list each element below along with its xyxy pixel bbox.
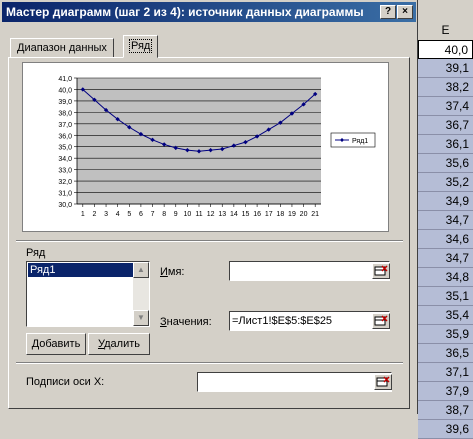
sheet-cell[interactable]: 36,1: [418, 135, 473, 154]
sheet-cell[interactable]: 34,9: [418, 192, 473, 211]
name-field[interactable]: [229, 261, 390, 281]
sheet-cell[interactable]: 34,7: [418, 211, 473, 230]
y-tick-label: 33,0: [58, 168, 72, 175]
range-picker-glyph: [374, 265, 388, 276]
y-tick-label: 41,0: [58, 76, 72, 83]
name-label: Имя:: [160, 266, 185, 278]
series-list-items: Ряд1: [27, 263, 149, 277]
x-tick-label: 14: [230, 211, 238, 218]
sheet-cell[interactable]: 35,4: [418, 306, 473, 325]
x-tick-label: 19: [288, 211, 296, 218]
x-tick-label: 17: [265, 211, 273, 218]
separator: [16, 240, 403, 242]
x-tick-label: 12: [207, 211, 215, 218]
plot-area: [77, 78, 321, 204]
range-picker-glyph: [374, 315, 388, 326]
y-tick-label: 31,0: [58, 191, 72, 198]
sheet-cell[interactable]: 38,7: [418, 401, 473, 420]
y-tick-label: 34,0: [58, 156, 72, 163]
x-tick-label: 3: [104, 211, 108, 218]
x-tick-label: 5: [127, 211, 131, 218]
column-header-e[interactable]: E: [418, 21, 473, 41]
y-tick-label: 37,0: [58, 122, 72, 129]
name-range-picker-icon[interactable]: [372, 263, 390, 279]
y-tick-label: 30,0: [58, 202, 72, 209]
tab-series-label: Ряд: [128, 39, 153, 53]
x-tick-label: 21: [311, 211, 319, 218]
y-tick-label: 39,0: [58, 99, 72, 106]
y-tick-label: 35,0: [58, 145, 72, 152]
separator: [16, 362, 403, 364]
tab-series[interactable]: Ряд: [123, 35, 159, 58]
x-tick-label: 20: [300, 211, 308, 218]
x-tick-label: 16: [253, 211, 261, 218]
sheet-cell[interactable]: 36,5: [418, 344, 473, 363]
x-tick-label: 15: [242, 211, 250, 218]
sheet-cell[interactable]: 34,6: [418, 230, 473, 249]
tab-data-range[interactable]: Диапазон данных: [10, 38, 114, 58]
sheet-cell[interactable]: 34,8: [418, 268, 473, 287]
y-tick-label: 40,0: [58, 87, 72, 94]
list-scrollbar[interactable]: ▲ ▼: [133, 262, 149, 326]
sheet-cell[interactable]: 37,9: [418, 382, 473, 401]
x-tick-label: 2: [92, 211, 96, 218]
values-range-picker-icon[interactable]: [372, 313, 390, 329]
y-tick-label: 38,0: [58, 110, 72, 117]
series-list-item[interactable]: Ряд1: [28, 263, 134, 277]
sheet-cell[interactable]: 39,6: [418, 420, 473, 439]
x-tick-label: 1: [81, 211, 85, 218]
legend-label: Ряд1: [352, 138, 368, 145]
x-tick-label: 7: [151, 211, 155, 218]
x-tick-label: 8: [162, 211, 166, 218]
scroll-down-icon[interactable]: ▼: [133, 310, 149, 326]
sheet-cell[interactable]: 38,2: [418, 78, 473, 97]
sheet-cell[interactable]: 37,1: [418, 363, 473, 382]
sheet-cell[interactable]: 37,4: [418, 97, 473, 116]
range-picker-glyph: [376, 376, 390, 387]
x-labels-label: Подписи оси X:: [26, 376, 105, 388]
sheet-cell[interactable]: 35,1: [418, 287, 473, 306]
x-tick-label: 18: [276, 211, 284, 218]
sheet-cell[interactable]: 36,7: [418, 116, 473, 135]
series-list[interactable]: Ряд1 ▲ ▼: [26, 261, 150, 327]
close-button[interactable]: ×: [397, 5, 413, 19]
x-tick-label: 13: [218, 211, 226, 218]
x-labels-field[interactable]: [197, 372, 392, 392]
spreadsheet-column: E 40,0 39,1 38,2 37,4 36,7 36,1 35,6 35,2 34,9 34…: [418, 0, 473, 439]
sheet-cell[interactable]: 35,9: [418, 325, 473, 344]
y-tick-label: 32,0: [58, 179, 72, 186]
scroll-up-icon[interactable]: ▲: [133, 262, 149, 278]
title-bar: Мастер диаграмм (шаг 2 из 4): источник д…: [2, 2, 416, 22]
values-label: Значения:: [160, 316, 212, 328]
help-button[interactable]: ?: [380, 5, 396, 19]
x-tick-label: 4: [116, 211, 120, 218]
sheet-cell[interactable]: 39,1: [418, 59, 473, 78]
chart-preview: 41,0 40,0 39,0 38,0 37,0 36,0 35,0 34,0 33,0 32,0…: [22, 62, 389, 232]
remove-button[interactable]: Удалить: [88, 333, 150, 355]
x-tick-label: 10: [183, 211, 191, 218]
sheet-cell[interactable]: 34,7: [418, 249, 473, 268]
y-tick-label: 36,0: [58, 133, 72, 140]
x-tick-label: 11: [195, 211, 202, 218]
sheet-cell[interactable]: 35,2: [418, 173, 473, 192]
x-tick-label: 9: [174, 211, 178, 218]
x-tick-label: 6: [139, 211, 143, 218]
chart-wizard-dialog: Мастер диаграмм (шаг 2 из 4): источник д…: [0, 0, 418, 414]
add-button[interactable]: Добавить: [26, 333, 86, 355]
window-title: Мастер диаграмм (шаг 2 из 4): источник д…: [6, 5, 364, 19]
series-label: Ряд: [26, 247, 46, 259]
sheet-cell[interactable]: 35,6: [418, 154, 473, 173]
sheet-cell[interactable]: 40,0: [418, 40, 473, 59]
x-labels-range-picker-icon[interactable]: [374, 374, 392, 390]
chart-svg: 41,0 40,0 39,0 38,0 37,0 36,0 35,0 34,0 33,0 32,0…: [58, 76, 376, 218]
values-field[interactable]: =Лист1!$E$5:$E$25: [229, 311, 390, 331]
